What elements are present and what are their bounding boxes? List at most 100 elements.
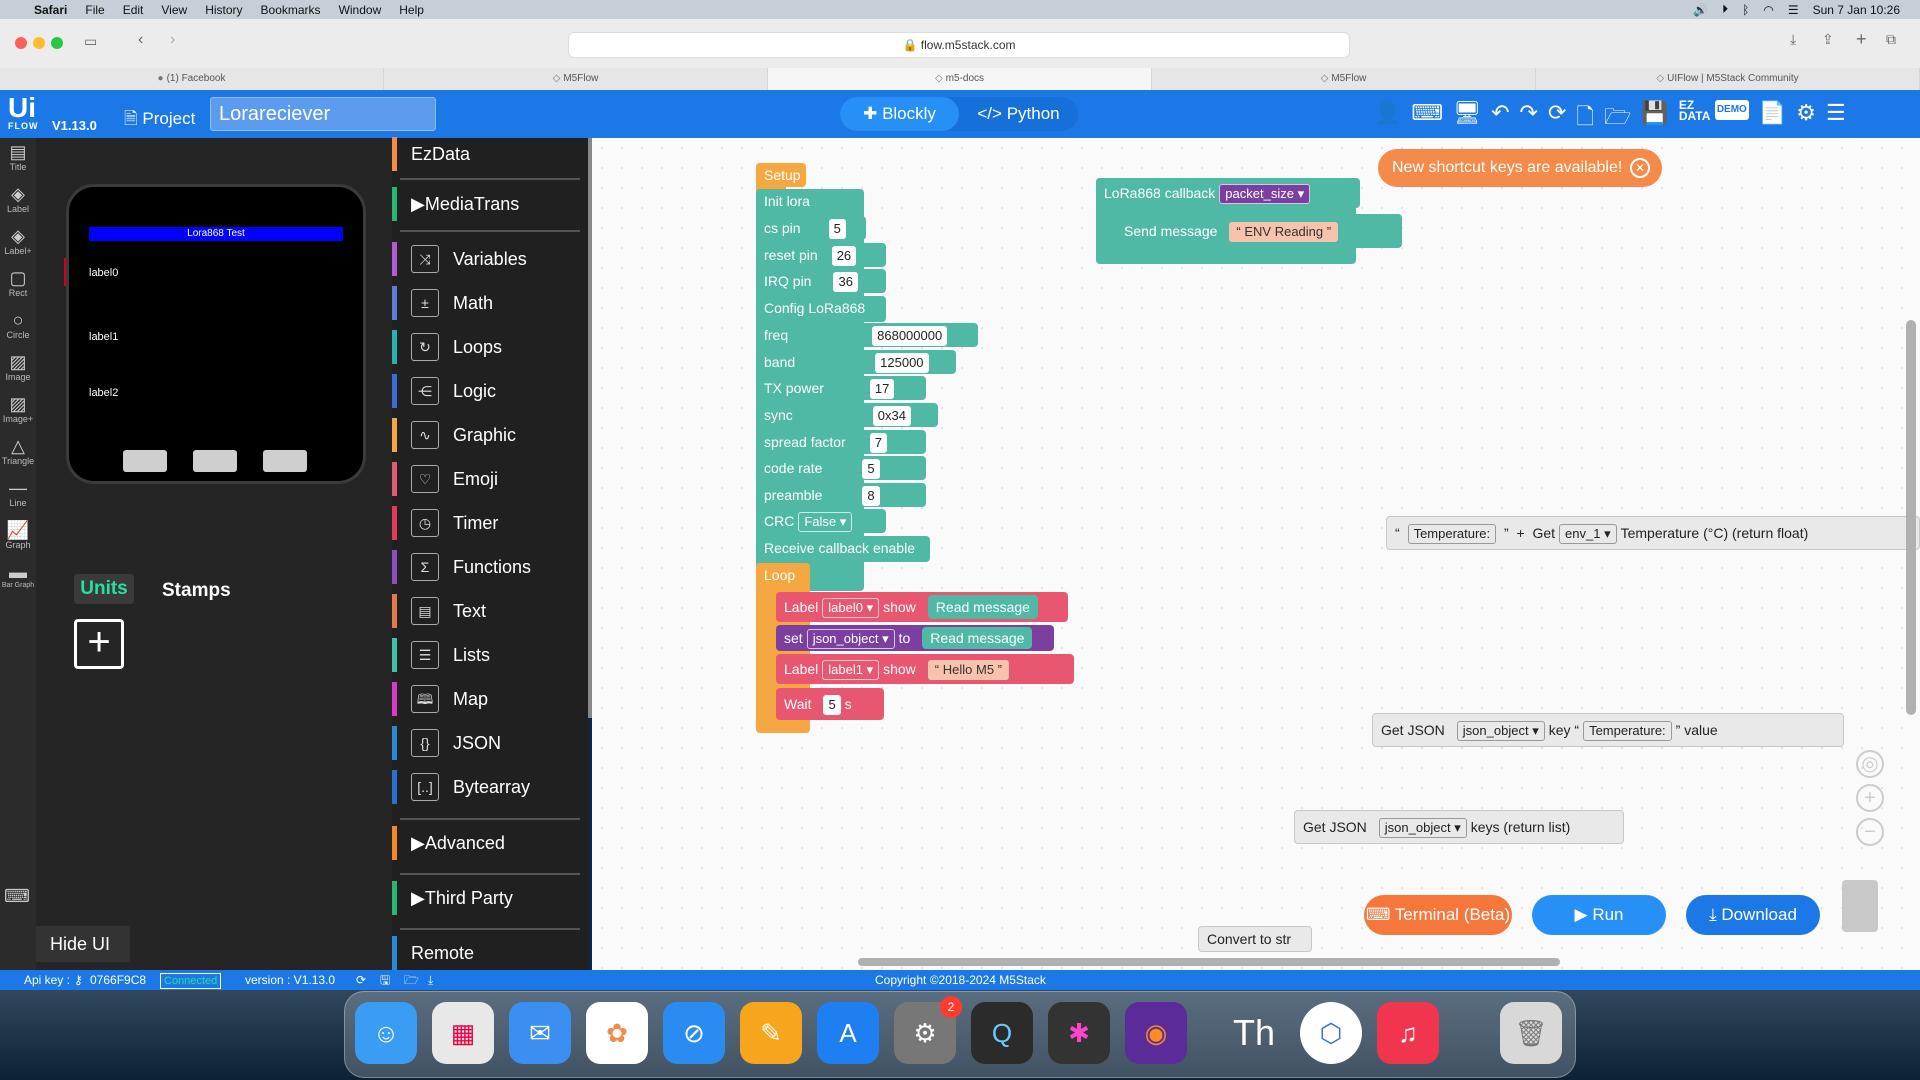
trash-bin-icon[interactable]: 🗑 xyxy=(1500,1002,1562,1064)
env-dropdown[interactable]: env_1 ▾ xyxy=(1559,524,1617,544)
new-tab-icon[interactable]: + xyxy=(1856,29,1867,50)
lora-callback-block[interactable]: LoRa868 callback packet_size ▾ xyxy=(1096,178,1360,208)
crc-dropdown[interactable]: False ▾ xyxy=(798,512,853,532)
undo-icon[interactable]: ↶ xyxy=(1491,100,1509,138)
reset-pin-block[interactable]: reset pin 26 xyxy=(756,243,886,267)
download-icon[interactable]: ⤓ xyxy=(428,970,433,990)
folder-icon[interactable]: 🗁 xyxy=(404,970,419,990)
doc-icon[interactable]: 📄 xyxy=(1759,100,1786,138)
tool-triangle[interactable]: △ Triangle xyxy=(0,432,36,474)
system-settings-icon[interactable]: ⚙ 2 xyxy=(894,996,962,1064)
run-button[interactable]: ▶ Run xyxy=(1532,895,1666,935)
setup-block[interactable]: Setup xyxy=(756,163,806,187)
category-json[interactable]: {} JSON xyxy=(392,721,588,765)
category-timer[interactable]: ◷ Timer xyxy=(392,501,588,545)
tool-circle[interactable]: ○ Circle xyxy=(0,306,36,348)
device-button-b[interactable] xyxy=(193,450,237,472)
open-folder-icon[interactable]: 🗁 xyxy=(1604,100,1631,138)
category-third-party[interactable]: ▶ Third Party xyxy=(392,876,588,920)
redo-icon[interactable]: ↷ xyxy=(1520,100,1538,138)
tab-m5-docs[interactable]: ◇ m5-docs xyxy=(768,68,1152,90)
category-logic[interactable]: ⋲ Logic xyxy=(392,369,588,413)
horizontal-scrollbar[interactable] xyxy=(858,958,1560,966)
control-center-icon[interactable]: ☰ xyxy=(1788,3,1799,17)
stamps-tab[interactable]: Stamps xyxy=(162,580,231,602)
tool-label[interactable]: ◈ Label xyxy=(0,180,36,222)
preamble-block[interactable]: preamble 8 xyxy=(756,483,926,507)
save-icon[interactable]: 💾 xyxy=(1641,100,1668,138)
crc-block[interactable]: CRC False ▾ xyxy=(756,509,886,533)
json-object-dropdown-2[interactable]: json_object ▾ xyxy=(1456,721,1545,741)
category-advanced[interactable]: ▶ Advanced xyxy=(392,821,588,865)
forward-icon[interactable]: › xyxy=(170,31,175,49)
davinci-resolve-icon[interactable]: ✱ xyxy=(1048,1002,1110,1064)
screen-label0[interactable]: label0 xyxy=(89,267,118,279)
user-icon[interactable]: 👤 xyxy=(1374,100,1401,138)
trash-icon[interactable] xyxy=(1842,880,1878,932)
keyboard-shortcuts-icon[interactable]: ⌨ xyxy=(4,886,30,907)
tab-m5flow-1[interactable]: ◇ M5Flow xyxy=(384,68,768,90)
finder-icon[interactable]: ☺ xyxy=(355,1002,417,1064)
category-variables[interactable]: ⤨ Variables xyxy=(392,237,588,281)
share-icon[interactable]: ⇪ xyxy=(1822,31,1834,48)
category-lists[interactable]: ☰ Lists xyxy=(392,633,588,677)
box-app-icon[interactable]: ⬡ xyxy=(1300,1002,1362,1064)
zoom-out-icon[interactable]: − xyxy=(1856,818,1884,846)
category-ezdata[interactable]: EzData xyxy=(392,132,588,176)
downloads-icon[interactable]: ⤓ xyxy=(1790,31,1796,48)
loop-block[interactable]: Loop xyxy=(756,563,810,589)
sidebar-toggle-icon[interactable]: ▭ xyxy=(84,33,97,50)
device-button-c[interactable] xyxy=(263,450,307,472)
project-button[interactable]: 🗎 Project xyxy=(124,106,195,135)
init-lora-block[interactable]: Init lora xyxy=(756,189,818,215)
json-object-dropdown-3[interactable]: json_object ▾ xyxy=(1378,818,1467,838)
hello-string[interactable]: “ Hello M5 ” xyxy=(927,660,1009,680)
freq-block[interactable]: freq 868000000 xyxy=(756,323,978,347)
zoom-window-button[interactable] xyxy=(51,37,63,49)
tab-overview-icon[interactable]: ⧉ xyxy=(1886,31,1896,48)
menu-icon[interactable]: ☰ xyxy=(1826,100,1846,138)
set-json-object-block[interactable]: set json_object ▾ to Read message xyxy=(776,625,1054,651)
refresh-icon[interactable]: ⟳ xyxy=(356,970,366,990)
units-tab[interactable]: Units xyxy=(74,574,134,604)
tool-title[interactable]: ▤ Title xyxy=(0,138,36,180)
vertical-scrollbar[interactable] xyxy=(1906,320,1916,715)
send-message-block[interactable]: Send message “ ENV Reading ” xyxy=(1116,214,1402,248)
screen-label2[interactable]: label2 xyxy=(89,387,118,399)
close-window-button[interactable] xyxy=(15,37,27,49)
read-message-block-2[interactable]: Read message xyxy=(922,627,1033,649)
tab-m5flow-2[interactable]: ◇ M5Flow xyxy=(1152,68,1536,90)
category-bytearray[interactable]: [..] Bytearray xyxy=(392,765,588,809)
url-bar[interactable]: 🔒 flow.m5stack.com xyxy=(568,32,1350,58)
minimize-window-button[interactable] xyxy=(33,37,45,49)
category-text[interactable]: ▤ Text xyxy=(392,589,588,633)
screen-icon[interactable]: 🖥 xyxy=(1453,100,1481,138)
temperature-concat-block[interactable]: “ Temperature: ” + Get env_1 ▾ Temperature… xyxy=(1386,516,1920,550)
device-button-a[interactable] xyxy=(123,450,167,472)
tx-power-block[interactable]: TX power 17 xyxy=(756,376,926,400)
demo-icon[interactable]: DEMO xyxy=(1714,100,1749,120)
play-icon[interactable]: ⏵ xyxy=(1722,2,1728,17)
terminal-button[interactable]: ⌨ Terminal (Beta) xyxy=(1364,895,1512,935)
json-object-dropdown[interactable]: json_object ▾ xyxy=(806,629,895,649)
keyboard-icon[interactable]: ⌨ xyxy=(1411,100,1443,138)
menu-app[interactable]: Safari xyxy=(34,3,67,17)
screen-label1[interactable]: label1 xyxy=(89,331,118,343)
tab-uiflow-community[interactable]: ◇ UIFlow | M5Stack Community xyxy=(1536,68,1920,90)
project-name-input[interactable]: Lorareciever xyxy=(210,97,436,131)
zoom-100-icon[interactable]: ⟳ xyxy=(1548,100,1566,138)
menu-view[interactable]: View xyxy=(161,3,187,17)
get-json-value-block[interactable]: Get JSON json_object ▾ key “Temperature:” … xyxy=(1372,713,1844,747)
label1-dropdown[interactable]: label1 ▾ xyxy=(822,660,880,680)
zoom-in-icon[interactable]: + xyxy=(1856,784,1884,812)
download-button[interactable]: ⤓ Download xyxy=(1686,895,1820,935)
safari-icon[interactable]: ⊘ xyxy=(663,1002,725,1064)
packet-size-dropdown[interactable]: packet_size ▾ xyxy=(1219,184,1311,204)
sync-block[interactable]: sync 0x34 xyxy=(756,403,938,427)
wait-block[interactable]: Wait 5 s xyxy=(776,688,884,720)
category-math[interactable]: ± Math xyxy=(392,281,588,325)
new-file-icon[interactable]: 🗋 xyxy=(1576,100,1594,138)
category-loops[interactable]: ↻ Loops xyxy=(392,325,588,369)
menu-bookmarks[interactable]: Bookmarks xyxy=(261,3,321,17)
music-icon[interactable]: ♫ xyxy=(1377,1002,1439,1064)
